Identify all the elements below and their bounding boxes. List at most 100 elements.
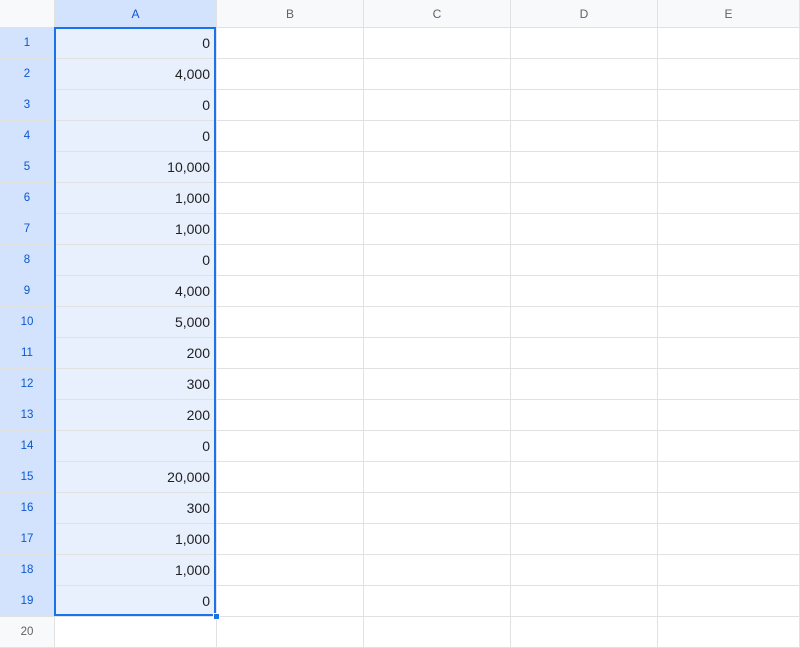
row-header-15[interactable]: 15 — [0, 462, 55, 493]
cell-e7[interactable] — [658, 214, 800, 245]
cell-b14[interactable] — [217, 431, 364, 462]
cell-b15[interactable] — [217, 462, 364, 493]
cell-c6[interactable] — [364, 183, 511, 214]
cell-d16[interactable] — [511, 493, 658, 524]
cell-a2[interactable]: 4,000 — [55, 59, 217, 90]
cell-b1[interactable] — [217, 28, 364, 59]
row-header-3[interactable]: 3 — [0, 90, 55, 121]
cell-c16[interactable] — [364, 493, 511, 524]
cell-e10[interactable] — [658, 307, 800, 338]
cell-c2[interactable] — [364, 59, 511, 90]
cell-d3[interactable] — [511, 90, 658, 121]
cell-a3[interactable]: 0 — [55, 90, 217, 121]
cell-a14[interactable]: 0 — [55, 431, 217, 462]
cell-e17[interactable] — [658, 524, 800, 555]
row-header-10[interactable]: 10 — [0, 307, 55, 338]
cell-c11[interactable] — [364, 338, 511, 369]
cell-a9[interactable]: 4,000 — [55, 276, 217, 307]
row-header-8[interactable]: 8 — [0, 245, 55, 276]
cell-e6[interactable] — [658, 183, 800, 214]
cell-d2[interactable] — [511, 59, 658, 90]
cell-d20[interactable] — [511, 617, 658, 648]
cell-c7[interactable] — [364, 214, 511, 245]
cell-e1[interactable] — [658, 28, 800, 59]
cell-d14[interactable] — [511, 431, 658, 462]
cell-d10[interactable] — [511, 307, 658, 338]
cell-e9[interactable] — [658, 276, 800, 307]
select-all-corner[interactable] — [0, 0, 55, 28]
row-header-14[interactable]: 14 — [0, 431, 55, 462]
cell-b6[interactable] — [217, 183, 364, 214]
column-header-a[interactable]: A — [55, 0, 217, 28]
cell-a11[interactable]: 200 — [55, 338, 217, 369]
cell-e16[interactable] — [658, 493, 800, 524]
column-header-b[interactable]: B — [217, 0, 364, 28]
cell-d9[interactable] — [511, 276, 658, 307]
row-header-19[interactable]: 19 — [0, 586, 55, 617]
cell-b8[interactable] — [217, 245, 364, 276]
cell-e15[interactable] — [658, 462, 800, 493]
cell-b17[interactable] — [217, 524, 364, 555]
cell-c4[interactable] — [364, 121, 511, 152]
cell-a18[interactable]: 1,000 — [55, 555, 217, 586]
cell-b13[interactable] — [217, 400, 364, 431]
cell-c8[interactable] — [364, 245, 511, 276]
cell-a15[interactable]: 20,000 — [55, 462, 217, 493]
cell-d6[interactable] — [511, 183, 658, 214]
cell-a17[interactable]: 1,000 — [55, 524, 217, 555]
cell-d12[interactable] — [511, 369, 658, 400]
cell-b3[interactable] — [217, 90, 364, 121]
row-header-11[interactable]: 11 — [0, 338, 55, 369]
cell-e14[interactable] — [658, 431, 800, 462]
cell-b11[interactable] — [217, 338, 364, 369]
cell-e8[interactable] — [658, 245, 800, 276]
cell-b2[interactable] — [217, 59, 364, 90]
cell-c20[interactable] — [364, 617, 511, 648]
row-header-16[interactable]: 16 — [0, 493, 55, 524]
cell-d18[interactable] — [511, 555, 658, 586]
cell-a6[interactable]: 1,000 — [55, 183, 217, 214]
row-header-5[interactable]: 5 — [0, 152, 55, 183]
cell-a16[interactable]: 300 — [55, 493, 217, 524]
cell-a5[interactable]: 10,000 — [55, 152, 217, 183]
cell-b20[interactable] — [217, 617, 364, 648]
cell-e18[interactable] — [658, 555, 800, 586]
cell-a8[interactable]: 0 — [55, 245, 217, 276]
cell-b10[interactable] — [217, 307, 364, 338]
row-header-2[interactable]: 2 — [0, 59, 55, 90]
cell-a7[interactable]: 1,000 — [55, 214, 217, 245]
row-header-20[interactable]: 20 — [0, 617, 55, 648]
row-header-6[interactable]: 6 — [0, 183, 55, 214]
cell-b4[interactable] — [217, 121, 364, 152]
cell-b18[interactable] — [217, 555, 364, 586]
cell-c5[interactable] — [364, 152, 511, 183]
cell-c15[interactable] — [364, 462, 511, 493]
cell-d8[interactable] — [511, 245, 658, 276]
row-header-9[interactable]: 9 — [0, 276, 55, 307]
cell-d17[interactable] — [511, 524, 658, 555]
cell-c19[interactable] — [364, 586, 511, 617]
cell-a13[interactable]: 200 — [55, 400, 217, 431]
column-header-d[interactable]: D — [511, 0, 658, 28]
cell-d13[interactable] — [511, 400, 658, 431]
cell-e2[interactable] — [658, 59, 800, 90]
cell-c14[interactable] — [364, 431, 511, 462]
cell-b19[interactable] — [217, 586, 364, 617]
cell-c1[interactable] — [364, 28, 511, 59]
cell-c10[interactable] — [364, 307, 511, 338]
cell-e3[interactable] — [658, 90, 800, 121]
row-header-17[interactable]: 17 — [0, 524, 55, 555]
fill-handle[interactable] — [213, 613, 220, 620]
cell-e13[interactable] — [658, 400, 800, 431]
cell-e4[interactable] — [658, 121, 800, 152]
row-header-1[interactable]: 1 — [0, 28, 55, 59]
cell-d5[interactable] — [511, 152, 658, 183]
cell-b12[interactable] — [217, 369, 364, 400]
cell-d1[interactable] — [511, 28, 658, 59]
cell-c17[interactable] — [364, 524, 511, 555]
cell-a1[interactable]: 0 — [55, 28, 217, 59]
cell-b5[interactable] — [217, 152, 364, 183]
cell-e20[interactable] — [658, 617, 800, 648]
cell-c9[interactable] — [364, 276, 511, 307]
cell-b9[interactable] — [217, 276, 364, 307]
